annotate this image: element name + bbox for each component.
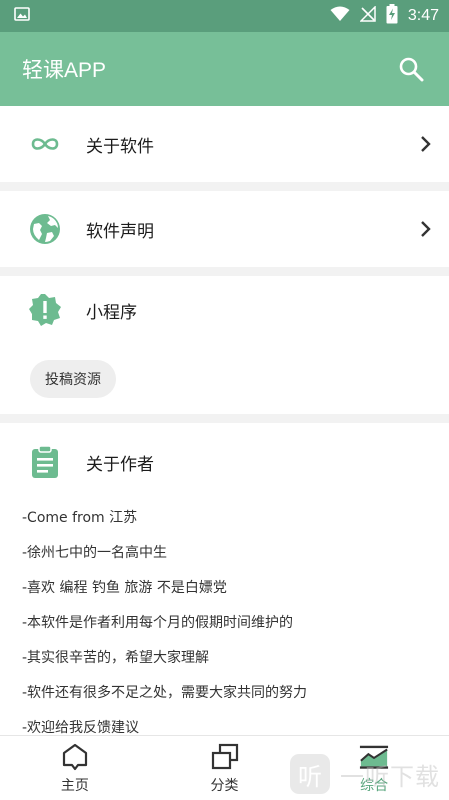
status-bar: 3:47	[0, 0, 449, 32]
nav-category-label: 分类	[210, 777, 239, 794]
mini-program-label: 小程序	[86, 302, 137, 323]
author-line: -Come from 江苏	[22, 510, 138, 526]
watermark: 听 一听下载	[290, 752, 449, 796]
author-line: -喜欢 编程 钓鱼 旅游 不是白嫖党	[22, 580, 227, 596]
about-author-row: 关于作者	[0, 423, 449, 501]
alert-badge-icon	[28, 293, 62, 327]
mini-program-row: 小程序	[0, 276, 449, 344]
infinity-icon	[28, 127, 62, 161]
search-button[interactable]	[395, 53, 427, 85]
about-software-label: 关于软件	[86, 136, 154, 157]
mini-program-card: 小程序 投稿资源	[0, 276, 449, 414]
image-notification-icon	[14, 6, 30, 26]
status-time: 3:47	[407, 7, 439, 24]
nav-home-label: 主页	[60, 777, 89, 794]
app-bar: 轻课APP	[0, 32, 449, 106]
author-line: -软件还有很多不足之处，需要大家共同的努力	[22, 685, 308, 701]
software-statement-row[interactable]: 软件声明	[0, 191, 449, 267]
signal-off-icon	[359, 5, 376, 26]
app-title: 轻课APP	[22, 59, 107, 82]
about-software-row[interactable]: 关于软件	[0, 106, 449, 182]
clipboard-icon	[28, 445, 62, 479]
watermark-logo: 听	[290, 754, 330, 794]
battery-charging-icon	[386, 4, 398, 28]
wifi-icon	[330, 6, 350, 26]
home-icon	[60, 742, 90, 772]
software-statement-label: 软件声明	[86, 221, 154, 242]
author-info-list: -Come from 江苏 -徐州七中的一名高中生 -喜欢 编程 钓鱼 旅游 不…	[0, 501, 449, 746]
search-icon	[399, 57, 424, 82]
author-line: -其实很辛苦的，希望大家理解	[22, 650, 210, 666]
globe-icon	[28, 212, 62, 246]
about-author-card: 关于作者 -Come from 江苏 -徐州七中的一名高中生 -喜欢 编程 钓鱼…	[0, 423, 449, 736]
author-line: -本软件是作者利用每个月的假期时间维护的	[22, 615, 294, 631]
author-line: -徐州七中的一名高中生	[22, 545, 168, 561]
about-author-label: 关于作者	[86, 454, 154, 475]
nav-category[interactable]: 分类	[150, 736, 300, 800]
watermark-text: 一听下载	[340, 762, 440, 791]
nav-home[interactable]: 主页	[0, 736, 150, 800]
software-statement-card: 软件声明	[0, 191, 449, 267]
category-icon	[210, 742, 240, 772]
chevron-right-icon	[415, 134, 435, 154]
about-software-card: 关于软件	[0, 106, 449, 182]
chevron-right-icon	[415, 219, 435, 239]
submit-resource-button[interactable]: 投稿资源	[30, 360, 116, 398]
